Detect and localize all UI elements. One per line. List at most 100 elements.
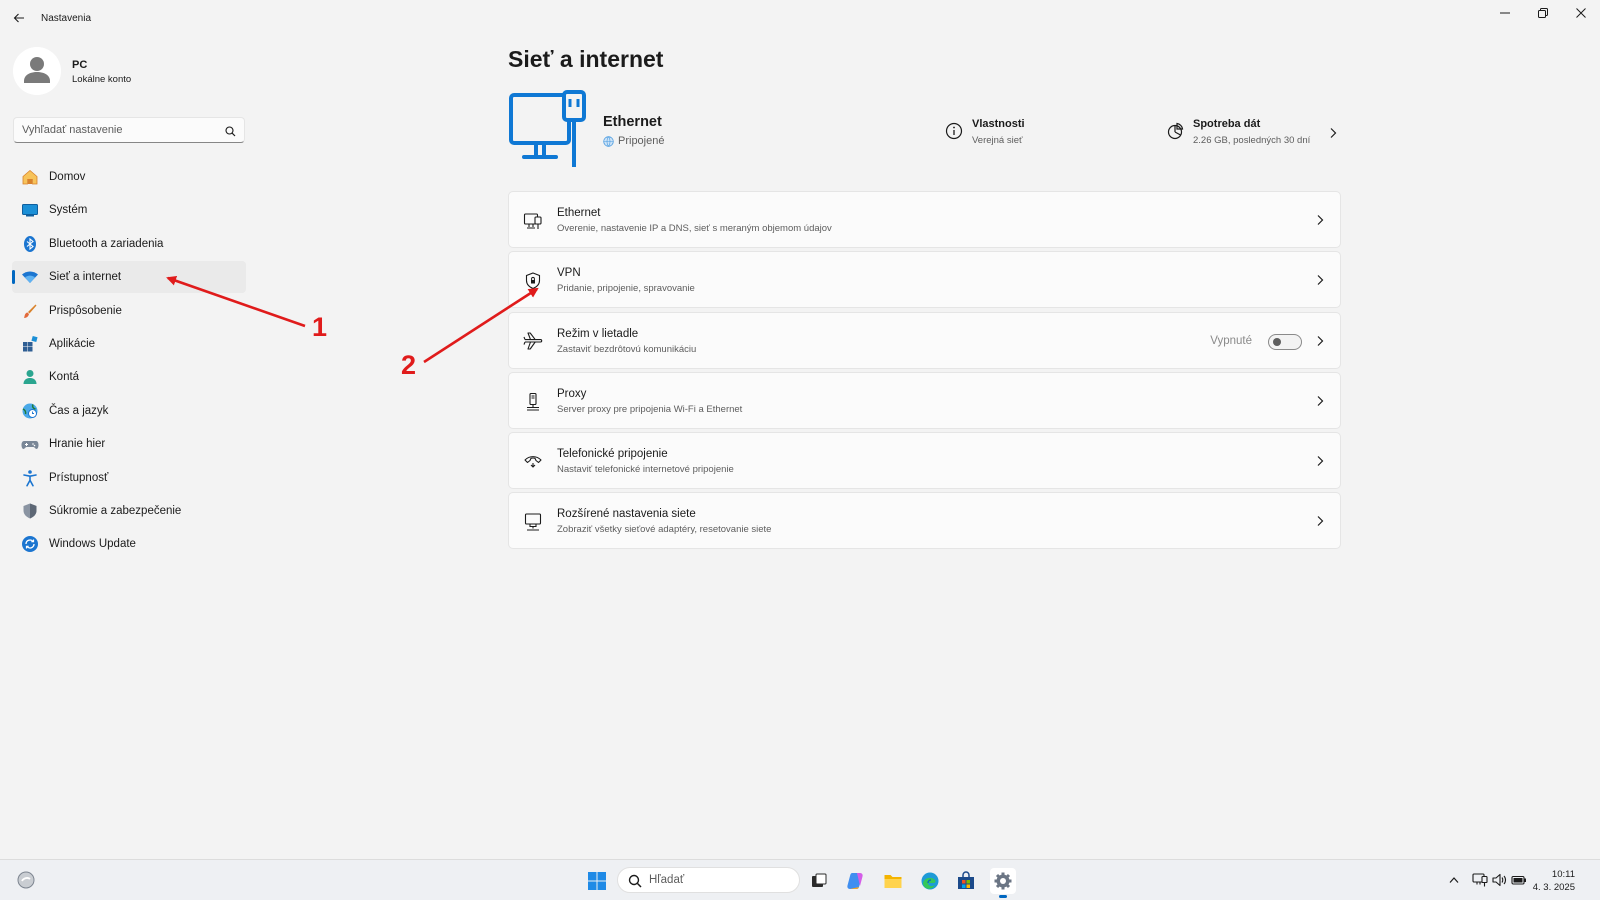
sidebar-item-apps[interactable]: Aplikácie: [12, 328, 246, 360]
toggle-knob: [1273, 337, 1281, 346]
sidebar-item-label: Prispôsobenie: [49, 304, 122, 317]
airplane-mode-toggle[interactable]: [1268, 333, 1302, 350]
chevron-right-icon: [1316, 273, 1324, 291]
settings-list: Ethernet Overenie, nastavenie IP a DNS, …: [508, 191, 1341, 553]
chevron-right-icon: [1316, 454, 1324, 472]
connection-status: Pripojené: [603, 135, 664, 147]
card-title: Režim v lietadle: [557, 327, 639, 340]
chevron-right-icon: [1316, 394, 1324, 412]
connection-hero: Ethernet Pripojené Vlastnosti Verejná si…: [508, 90, 1338, 172]
chevron-up-icon[interactable]: [1446, 872, 1462, 888]
card-title: Rozšírené nastavenia siete: [557, 508, 696, 521]
search-icon: [628, 874, 642, 893]
card-subtitle: Pridanie, pripojenie, spravovanie: [557, 283, 695, 295]
proxy-settings-card[interactable]: Proxy Server proxy pre pripojenia Wi-Fi …: [508, 371, 1341, 429]
clock-date: 4. 3. 2025: [1532, 882, 1575, 893]
taskbar-clock[interactable]: 10:11 4. 3. 2025: [1533, 868, 1575, 894]
taskbar-search-placeholder: Hľadať: [649, 874, 685, 886]
sidebar-item-personalization[interactable]: Prispôsobenie: [12, 295, 246, 327]
dialup-settings-card[interactable]: Telefonické pripojenie Nastaviť telefoni…: [508, 432, 1341, 490]
card-subtitle: Server proxy pre pripojenia Wi-Fi a Ethe…: [557, 403, 743, 415]
sidebar-nav: Domov Systém Bluetooth a zariadenia Sieť…: [12, 161, 246, 562]
annotation-label-1: 1: [312, 312, 328, 342]
sidebar-item-network[interactable]: Sieť a internet: [12, 261, 246, 294]
properties-subtitle: Verejná sieť: [972, 135, 1023, 146]
vpn-settings-card[interactable]: VPN Pridanie, pripojenie, spravovanie: [508, 251, 1341, 309]
connection-status-text: Pripojené: [618, 135, 665, 147]
card-subtitle: Zobraziť všetky sieťové adaptéry, reseto…: [557, 524, 772, 536]
data-usage-subtitle: 2.26 GB, posledných 30 dní: [1193, 135, 1311, 146]
account-icon: [21, 368, 39, 386]
restore-button[interactable]: [1524, 0, 1562, 26]
start-icon[interactable]: [584, 868, 610, 894]
apps-icon: [21, 335, 39, 353]
data-usage-link[interactable]: Spotreba dát 2.26 GB, posledných 30 dní: [1166, 118, 1341, 154]
properties-link[interactable]: Vlastnosti Verejná sieť: [945, 118, 1055, 154]
wifi-icon: [21, 268, 39, 286]
card-title: Ethernet: [557, 207, 601, 219]
vpn-shield-icon: [523, 271, 543, 291]
card-title: VPN: [557, 267, 581, 280]
minimize-icon: [1500, 12, 1510, 14]
minimize-button[interactable]: [1486, 0, 1524, 26]
sidebar-item-windows-update[interactable]: Windows Update: [12, 528, 246, 560]
restore-icon: [1538, 8, 1548, 18]
volume-icon[interactable]: [1491, 872, 1507, 888]
close-button[interactable]: [1562, 0, 1600, 26]
search-input[interactable]: [22, 122, 212, 138]
sidebar-item-system[interactable]: Systém: [12, 194, 246, 226]
sidebar-item-label: Kontá: [49, 371, 80, 384]
gamepad-icon: [21, 435, 39, 453]
search-icon[interactable]: [225, 124, 236, 142]
sidebar-item-label: Prístupnosť: [49, 471, 109, 484]
file-explorer-icon[interactable]: [880, 868, 906, 894]
profile-account-type: Lokálne konto: [72, 74, 132, 85]
advanced-network-card[interactable]: Rozšírené nastavenia siete Zobraziť všet…: [508, 492, 1341, 550]
sidebar-item-privacy[interactable]: Súkromie a zabezpečenie: [12, 495, 246, 527]
user-profile[interactable]: PC Lokálne konto: [13, 47, 243, 97]
sidebar-item-bluetooth[interactable]: Bluetooth a zariadenia: [12, 228, 246, 260]
card-subtitle: Nastaviť telefonické internetové pripoje…: [557, 464, 734, 476]
sidebar-item-gaming[interactable]: Hranie hier: [12, 428, 246, 460]
sidebar-item-label: Bluetooth a zariadenia: [49, 237, 164, 250]
sidebar-item-accounts[interactable]: Kontá: [12, 361, 246, 393]
update-icon: [21, 535, 39, 553]
clock-time: 10:11: [1551, 869, 1575, 880]
task-view-icon[interactable]: [806, 868, 832, 894]
back-button[interactable]: [8, 7, 30, 29]
dialup-icon: [523, 452, 543, 472]
chevron-right-icon: [1316, 213, 1324, 231]
system-icon: [21, 201, 39, 219]
settings-icon[interactable]: [990, 868, 1016, 898]
edge-icon[interactable]: [917, 868, 943, 894]
taskbar-search[interactable]: Hľadať: [617, 867, 800, 893]
sidebar-item-label: Aplikácie: [49, 337, 96, 350]
store-icon[interactable]: [953, 868, 979, 894]
accessibility-icon: [21, 469, 39, 487]
sidebar-item-label: Hranie hier: [49, 438, 106, 451]
sidebar-item-time-language[interactable]: Čas a jazyk: [12, 395, 246, 427]
sidebar-item-label: Súkromie a zabezpečenie: [49, 504, 182, 517]
annotation-label-2: 2: [401, 350, 417, 380]
active-indicator: [12, 270, 15, 285]
chevron-right-icon: [1316, 334, 1324, 352]
ethernet-settings-card[interactable]: Ethernet Overenie, nastavenie IP a DNS, …: [508, 191, 1341, 248]
copilot-icon[interactable]: [843, 868, 869, 894]
brush-icon: [21, 302, 39, 320]
proxy-icon: [523, 392, 543, 412]
time-language-icon: [21, 402, 39, 420]
card-subtitle: Overenie, nastavenie IP a DNS, sieť s me…: [557, 223, 832, 234]
settings-search[interactable]: [13, 117, 245, 143]
sidebar-item-label: Sieť a internet: [49, 271, 122, 284]
ethernet-icon: [523, 211, 543, 231]
airplane-mode-card[interactable]: Režim v lietadle Zastaviť bezdrôtovú kom…: [508, 311, 1341, 369]
taskbar: Hľadať 10:11 4. 3. 2025: [0, 859, 1600, 900]
sidebar-item-accessibility[interactable]: Prístupnosť: [12, 462, 246, 494]
ethernet-device-icon: [508, 90, 588, 170]
sidebar-item-label: Domov: [49, 171, 86, 183]
globe-icon: [603, 135, 614, 147]
sidebar-item-home[interactable]: Domov: [12, 161, 246, 193]
battery-icon[interactable]: [1511, 872, 1527, 888]
network-tray-icon[interactable]: [1472, 872, 1488, 888]
widgets-icon[interactable]: [16, 870, 36, 890]
